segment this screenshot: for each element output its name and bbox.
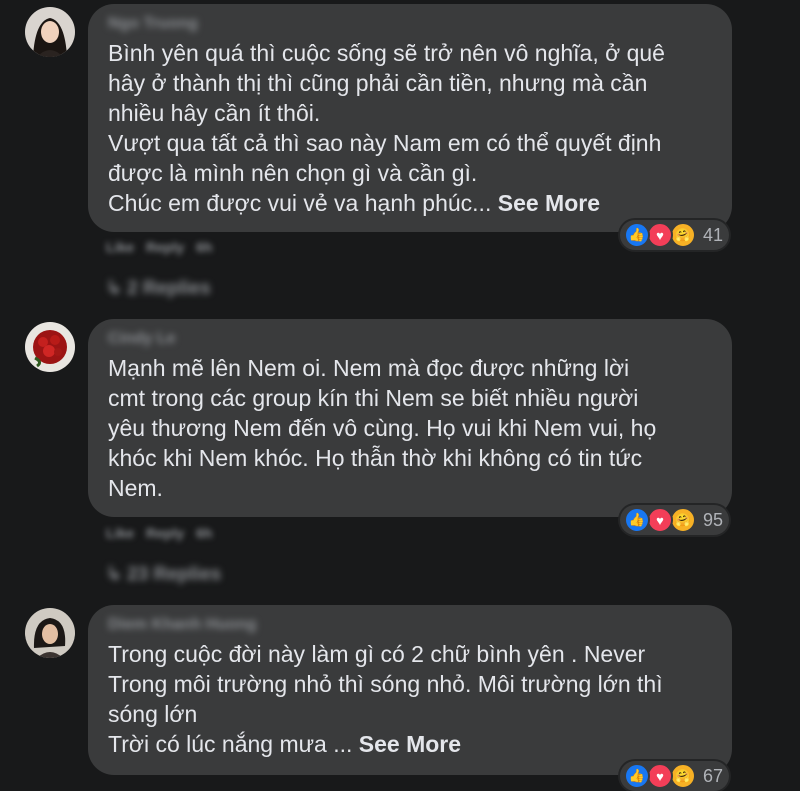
woman-portrait-avatar-icon	[25, 7, 75, 57]
care-icon: 🤗	[670, 763, 696, 789]
rose-bouquet-avatar-icon	[25, 322, 75, 372]
like-button[interactable]: Like	[106, 525, 134, 541]
care-icon: 🤗	[670, 222, 696, 248]
replies-label: 2 Replies	[127, 278, 211, 299]
avatar[interactable]	[25, 7, 75, 57]
comment-text: Bình yên quá thì cuộc sống sẽ trở nên vô…	[108, 38, 720, 218]
like-icon: 👍	[624, 763, 650, 789]
comment-author[interactable]: Cindy Le	[108, 330, 176, 348]
like-icon: 👍	[624, 222, 650, 248]
reaction-summary[interactable]: 👍 ♥ 🤗 67	[620, 761, 730, 791]
timestamp[interactable]: 6h	[196, 525, 212, 541]
comment-author[interactable]: Diem Khanh Huong	[108, 616, 256, 634]
reaction-count: 95	[703, 509, 724, 530]
comment-actions: Like Reply 6h	[106, 239, 224, 257]
view-replies-link[interactable]: ↳ 2 Replies	[106, 277, 211, 299]
timestamp[interactable]: 6h	[196, 239, 212, 255]
reaction-summary[interactable]: 👍 ♥ 🤗 41	[620, 220, 730, 250]
care-icon: 🤗	[670, 507, 696, 533]
reaction-count: 67	[703, 765, 724, 786]
comment-author[interactable]: Ngo Truong	[108, 15, 198, 33]
woman-photo-avatar-icon	[25, 608, 75, 658]
reaction-count: 41	[703, 224, 724, 245]
reply-button[interactable]: Reply	[146, 525, 184, 541]
reply-button[interactable]: Reply	[146, 239, 184, 255]
see-more-link[interactable]: See More	[498, 190, 600, 216]
comment-bubble: Cindy Le Mạnh mẽ lên Nem oi. Nem mà đọc …	[88, 319, 732, 517]
comment-text: Mạnh mẽ lên Nem oi. Nem mà đọc được nhữn…	[108, 353, 720, 503]
like-icon: 👍	[624, 507, 650, 533]
comment-actions: Like Reply 6h	[106, 525, 224, 543]
comment-bubble: Ngo Truong Bình yên quá thì cuộc sống sẽ…	[88, 4, 732, 232]
love-icon: ♥	[647, 763, 673, 789]
replies-label: 23 Replies	[127, 564, 222, 585]
comment-bubble: Diem Khanh Huong Trong cuộc đời này làm …	[88, 605, 732, 775]
avatar[interactable]	[25, 322, 75, 372]
avatar[interactable]	[25, 608, 75, 658]
like-button[interactable]: Like	[106, 239, 134, 255]
love-icon: ♥	[647, 222, 673, 248]
view-replies-link[interactable]: ↳ 23 Replies	[106, 563, 221, 585]
comment-body: Mạnh mẽ lên Nem oi. Nem mà đọc được nhữn…	[108, 355, 657, 501]
reaction-summary[interactable]: 👍 ♥ 🤗 95	[620, 505, 730, 535]
see-more-link[interactable]: See More	[359, 731, 461, 757]
love-icon: ♥	[647, 507, 673, 533]
comment-text: Trong cuộc đời này làm gì có 2 chữ bình …	[108, 639, 720, 759]
